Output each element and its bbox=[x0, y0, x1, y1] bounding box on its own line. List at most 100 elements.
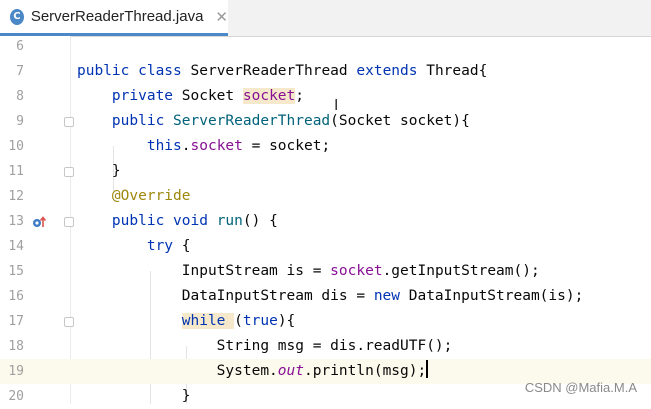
code-line[interactable]: 11 } bbox=[0, 159, 651, 184]
code-line[interactable]: 10 this.socket = socket; bbox=[0, 134, 651, 159]
line-number: 13 bbox=[8, 214, 24, 229]
code-token: . bbox=[181, 138, 191, 154]
code-editor[interactable]: 6 7 public class ServerReaderThread extend… bbox=[0, 36, 651, 404]
code-line[interactable]: 15 InputStream is = socket.getInputStrea… bbox=[0, 259, 651, 284]
code-token: out bbox=[277, 363, 304, 379]
code-token: = socket; bbox=[242, 138, 331, 154]
code-line[interactable]: 13 public void run() { bbox=[0, 209, 651, 234]
code-text: System.out.println(msg); bbox=[77, 359, 429, 384]
line-number: 20 bbox=[8, 389, 24, 404]
code-line[interactable]: 18 String msg = dis.readUTF(); bbox=[0, 334, 651, 359]
line-number: 12 bbox=[8, 189, 24, 204]
fold-marker-icon[interactable] bbox=[64, 117, 74, 127]
code-line[interactable]: 16 DataInputStream dis = new DataInputSt… bbox=[0, 284, 651, 309]
line-number: 10 bbox=[8, 139, 24, 154]
code-line[interactable]: 17 while (true){ bbox=[0, 309, 651, 334]
code-token: () { bbox=[242, 213, 278, 229]
code-token: while bbox=[181, 313, 235, 329]
close-icon[interactable]: ✕ bbox=[215, 8, 228, 26]
code-text: this.socket = socket; bbox=[77, 134, 330, 159]
line-number: 19 bbox=[8, 364, 24, 379]
text-cursor-ibeam-icon: I bbox=[334, 96, 339, 114]
code-text: try { bbox=[77, 234, 191, 259]
code-token: try bbox=[146, 238, 182, 254]
text-caret bbox=[426, 360, 429, 378]
line-number: 14 bbox=[8, 239, 24, 254]
override-method-icon[interactable] bbox=[32, 215, 46, 229]
code-token: (Socket socket){ bbox=[330, 113, 470, 129]
code-token: public class bbox=[77, 63, 191, 79]
code-line[interactable]: 9 public ServerReaderThread(Socket socke… bbox=[0, 109, 651, 134]
tab-label: ServerReaderThread.java bbox=[30, 8, 204, 25]
fold-marker-icon[interactable] bbox=[64, 217, 74, 227]
java-class-icon: C bbox=[10, 8, 24, 25]
code-text: private Socket socket; bbox=[77, 84, 304, 109]
code-token: { bbox=[181, 238, 191, 254]
code-token: .getInputStream(); bbox=[382, 263, 540, 279]
code-text: @Override bbox=[77, 184, 191, 209]
code-token: } bbox=[77, 163, 121, 179]
line-number: 17 bbox=[8, 314, 24, 329]
code-text: } bbox=[77, 159, 121, 184]
code-token: public void bbox=[111, 213, 217, 229]
code-text: public ServerReaderThread(Socket socket)… bbox=[77, 109, 470, 134]
code-token: String msg = dis.readUTF(); bbox=[77, 338, 453, 354]
code-token: run bbox=[216, 213, 243, 229]
code-line[interactable]: 6 bbox=[0, 34, 651, 59]
line-number: 15 bbox=[8, 264, 24, 279]
code-token: new bbox=[373, 288, 409, 304]
code-token: InputStream is = bbox=[77, 263, 331, 279]
code-token: socket bbox=[330, 263, 383, 279]
line-number: 9 bbox=[16, 114, 24, 129]
line-number: 11 bbox=[8, 164, 24, 179]
code-token: ; bbox=[295, 88, 304, 104]
code-token: System. bbox=[77, 363, 278, 379]
code-token: socket bbox=[242, 88, 296, 104]
code-text: public void run() { bbox=[77, 209, 278, 234]
code-token: socket bbox=[190, 138, 243, 154]
code-token: extends bbox=[356, 63, 427, 79]
line-number: 16 bbox=[8, 289, 24, 304]
code-text: String msg = dis.readUTF(); bbox=[77, 334, 453, 359]
line-number: 7 bbox=[16, 64, 24, 79]
code-token: true bbox=[242, 313, 278, 329]
code-text: } bbox=[77, 384, 191, 409]
code-token: ){ bbox=[277, 313, 296, 329]
line-number: 18 bbox=[8, 339, 24, 354]
editor-tab-bar: C ServerReaderThread.java ✕ bbox=[0, 0, 651, 37]
code-token: DataInputStream dis = bbox=[77, 288, 374, 304]
code-token: ServerReaderThread bbox=[190, 63, 357, 79]
code-token: Socket bbox=[181, 88, 243, 104]
code-line[interactable]: 8 private Socket socket; bbox=[0, 84, 651, 109]
fold-marker-icon[interactable] bbox=[64, 317, 74, 327]
line-number: 8 bbox=[16, 89, 24, 104]
code-text: while (true){ bbox=[77, 309, 295, 334]
code-token: DataInputStream(is); bbox=[408, 288, 584, 304]
code-text: DataInputStream dis = new DataInputStrea… bbox=[77, 284, 584, 309]
code-token: @Override bbox=[111, 188, 191, 204]
code-token: private bbox=[111, 88, 182, 104]
code-token: Thread{ bbox=[426, 63, 488, 79]
fold-marker-icon[interactable] bbox=[64, 167, 74, 177]
code-token: ( bbox=[234, 313, 243, 329]
code-text: InputStream is = socket.getInputStream()… bbox=[77, 259, 540, 284]
line-number: 6 bbox=[16, 39, 24, 54]
tab-serverreaderthread-java[interactable]: C ServerReaderThread.java ✕ bbox=[0, 0, 228, 36]
code-token: public bbox=[111, 113, 174, 129]
code-text: public class ServerReaderThread extends … bbox=[77, 59, 487, 84]
code-token: } bbox=[77, 388, 191, 404]
watermark: CSDN @Mafia.M.A bbox=[524, 380, 637, 395]
code-line[interactable]: 14 try { bbox=[0, 234, 651, 259]
code-line[interactable]: 12 @Override bbox=[0, 184, 651, 209]
code-line[interactable]: 7 public class ServerReaderThread extends… bbox=[0, 59, 651, 84]
code-token: ServerReaderThread bbox=[173, 113, 331, 129]
code-token: this bbox=[146, 138, 182, 154]
code-token: .println(msg); bbox=[304, 363, 427, 379]
